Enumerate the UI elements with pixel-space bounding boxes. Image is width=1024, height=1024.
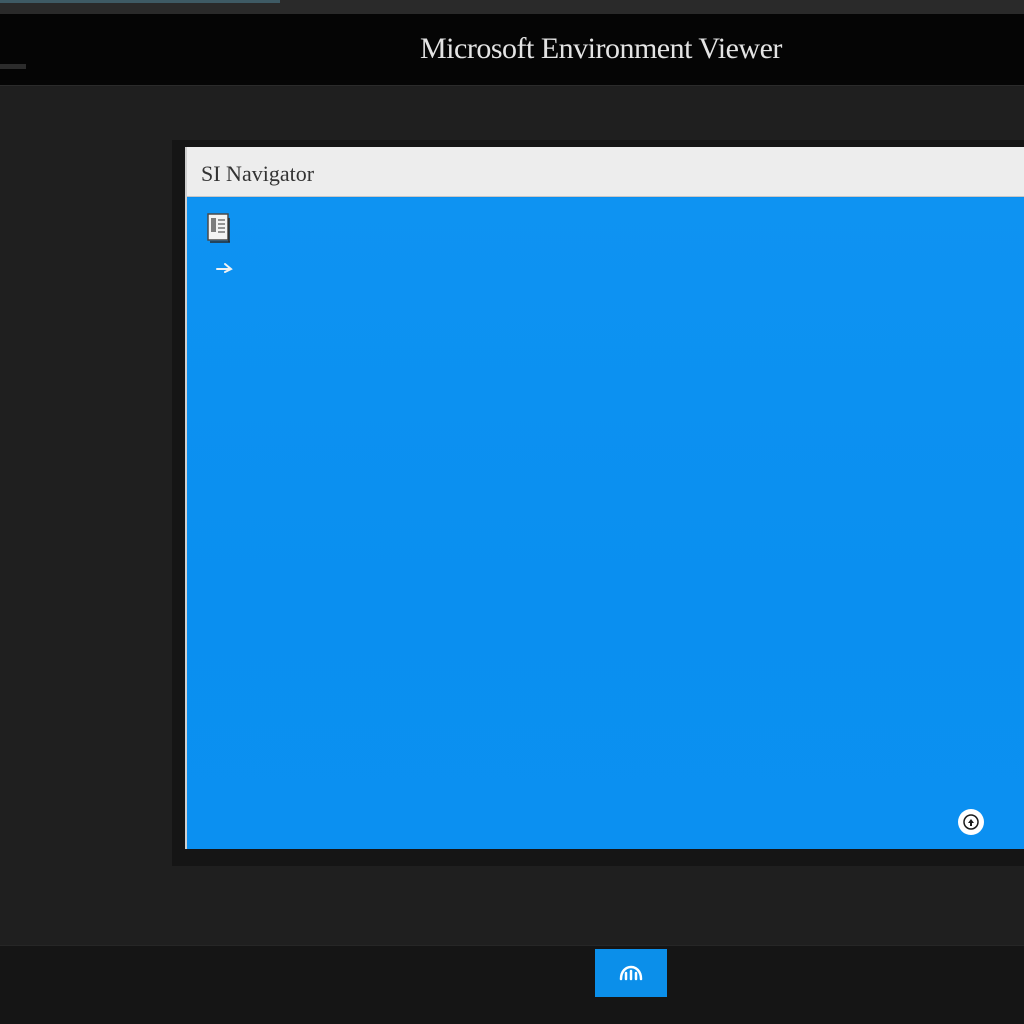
info-button[interactable] [958, 809, 984, 835]
app-title: Microsoft Environment Viewer [420, 32, 782, 65]
top-strip [0, 0, 1024, 14]
top-accent-line [0, 0, 280, 3]
taskbar-app-button[interactable] [595, 949, 667, 997]
taskbar-app-icon [619, 965, 643, 981]
menu-dash-icon[interactable] [0, 64, 26, 69]
arrow-icon[interactable] [215, 262, 235, 274]
window-header[interactable]: SI Navigator [187, 147, 1024, 197]
taskbar [0, 945, 1024, 1024]
document-icon[interactable] [205, 212, 233, 244]
navigator-window: SI Navigator [185, 147, 1024, 849]
info-icon [963, 814, 979, 830]
screen: Microsoft Environment Viewer SI Navigato… [0, 0, 1024, 1024]
window-title: SI Navigator [201, 161, 315, 186]
window-content-area [187, 198, 1024, 849]
title-bar: Microsoft Environment Viewer [0, 14, 1024, 86]
